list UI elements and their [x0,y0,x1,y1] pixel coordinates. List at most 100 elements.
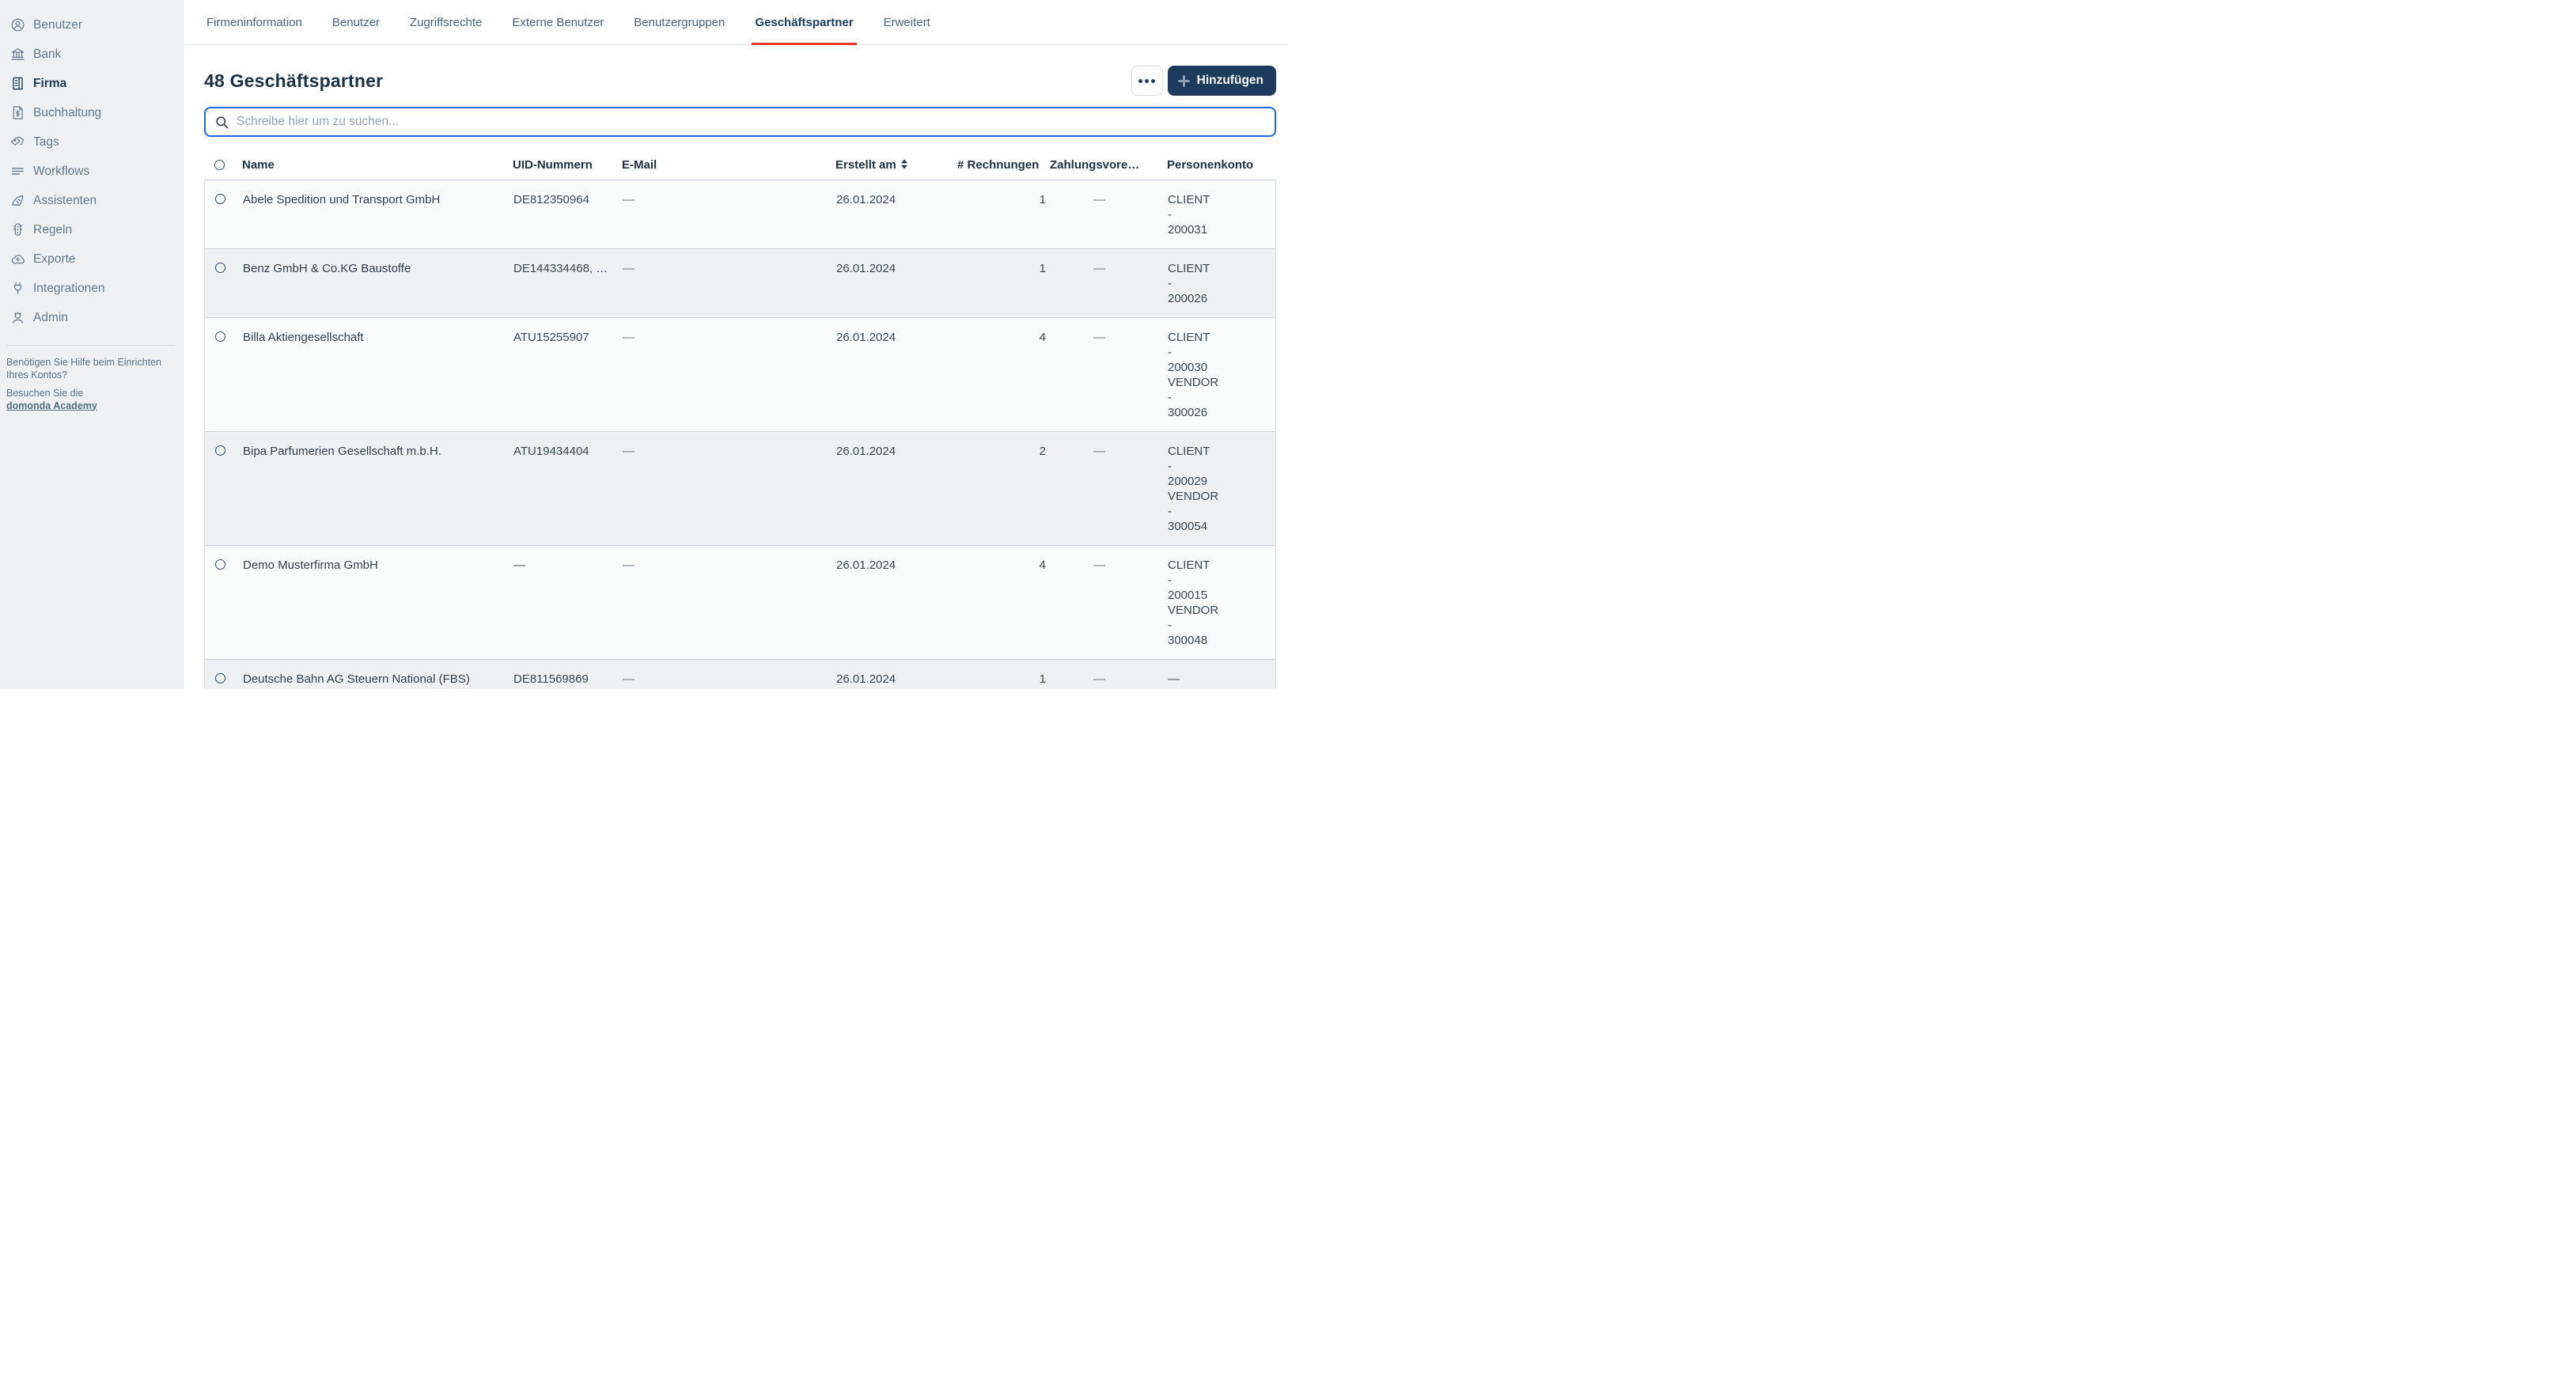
partner-email: — [623,249,836,317]
sidebar-item-label: Assistenten [33,194,97,208]
admin-icon [9,310,25,326]
academy-link[interactable]: domonda Academy [6,400,97,411]
partner-created: 26.01.2024 [836,249,958,317]
partner-uid: — [513,546,623,659]
sidebar-item-benutzer[interactable]: Benutzer [0,10,183,40]
sort-icon [900,159,908,169]
partner-invoices: 2 [958,432,1051,545]
search-input[interactable] [229,115,1267,129]
table-row[interactable]: Billa Aktiengesellschaft ATU15255907 — 2… [205,317,1275,431]
tags-icon [9,134,25,150]
partner-name: Deutsche Bahn AG Steuern National (FBS) [243,660,513,689]
user-icon [9,17,25,33]
tab-benutzergruppen[interactable]: Benutzergruppen [631,0,728,44]
sidebar-item-tags[interactable]: Tags [0,127,183,157]
partner-name: Benz GmbH & Co.KG Baustoffe [243,249,513,317]
table-body: Abele Spedition und Transport GmbH DE812… [204,180,1276,689]
sidebar-help: Benötigen Sie Hilfe beim Einrichten Ihre… [6,357,172,412]
partner-invoices: 1 [958,660,1051,689]
tab-geschaeftspartner[interactable]: Geschäftspartner [752,0,856,44]
add-button-label: Hinzufügen [1197,74,1263,88]
add-button[interactable]: Hinzufügen [1168,66,1276,96]
assistants-icon [9,193,25,209]
partner-invoices: 1 [958,249,1051,317]
partner-name: Demo Musterfirma GmbH [243,546,513,659]
main-content: Firmeninformation Benutzer Zugriffsrecht… [184,0,1288,689]
sidebar-item-label: Workflows [33,165,89,179]
partner-invoices: 4 [958,546,1051,659]
workflows-icon [9,164,25,180]
app-window: Benutzer Bank Firma Buchhaltung Tags [0,0,1288,689]
partner-uid: ATU15255907 [513,318,623,431]
row-checkbox[interactable] [215,194,225,204]
sidebar-item-label: Firma [33,77,66,91]
sidebar-item-label: Admin [33,311,68,325]
partner-created: 26.01.2024 [836,318,958,431]
company-icon [9,76,25,92]
plus-icon [1178,75,1190,87]
partner-payment: — [1051,249,1148,317]
row-checkbox[interactable] [215,559,225,570]
help-question: Benötigen Sie Hilfe beim Einrichten Ihre… [6,357,172,381]
sidebar-item-label: Tags [33,135,59,150]
partner-email: — [623,546,836,659]
sidebar-item-regeln[interactable]: Regeln [0,215,183,244]
search-box [204,107,1276,137]
sidebar-item-assistenten[interactable]: Assistenten [0,186,183,215]
sidebar-item-label: Bank [33,47,61,62]
more-actions-button[interactable] [1131,66,1163,96]
select-all-checkbox[interactable] [214,160,225,170]
col-header-uid: UID-Nummern [513,157,622,172]
search-icon [214,115,229,130]
bank-icon [9,47,25,62]
col-header-payment: Zahlungsvore… [1050,157,1147,172]
sidebar-item-label: Integrationen [33,282,105,296]
tab-zugriffsrechte[interactable]: Zugriffsrechte [407,0,485,44]
row-checkbox[interactable] [215,673,225,683]
table-row[interactable]: Bipa Parfumerien Gesellschaft m.b.H. ATU… [205,431,1275,545]
integrations-icon [9,281,25,297]
col-header-email: E-Mail [622,157,835,172]
partners-table: Name UID-Nummern E-Mail Erstellt am # Re… [204,137,1276,689]
partner-payment: — [1051,318,1148,431]
row-checkbox[interactable] [215,445,225,456]
partner-name: Abele Spedition und Transport GmbH [243,180,513,248]
tab-bar: Firmeninformation Benutzer Zugriffsrecht… [184,0,1288,45]
sidebar-item-admin[interactable]: Admin [0,303,183,332]
sidebar-item-integrationen[interactable]: Integrationen [0,274,183,303]
sidebar-item-exporte[interactable]: Exporte [0,244,183,274]
tab-erweitert[interactable]: Erweitert [881,0,934,44]
page-header: 48 Geschäftspartner Hinzufügen [184,45,1288,96]
sidebar-item-workflows[interactable]: Workflows [0,157,183,186]
partner-uid: DE144334468, … [513,249,623,317]
table-row[interactable]: Demo Musterfirma GmbH — — 26.01.2024 4 —… [205,545,1275,659]
help-visit-line: Besuchen Sie die domonda Academy [6,388,172,412]
sidebar-item-bank[interactable]: Bank [0,40,183,69]
table-row[interactable]: Benz GmbH & Co.KG Baustoffe DE144334468,… [205,248,1275,317]
col-header-created[interactable]: Erstellt am [835,157,957,172]
partner-email: — [623,180,836,248]
sidebar-item-firma[interactable]: Firma [0,69,183,98]
table-row[interactable]: Deutsche Bahn AG Steuern National (FBS) … [205,659,1275,689]
partner-name: Bipa Parfumerien Gesellschaft m.b.H. [243,432,513,545]
partner-uid: DE811569869 [513,660,623,689]
help-visit-prefix: Besuchen Sie die [6,388,83,399]
partner-account: CLIENT - 200015 VENDOR - 300048 [1148,546,1275,659]
select-all-cell [204,160,242,170]
partner-account: CLIENT - 200030 VENDOR - 300026 [1148,318,1275,431]
sidebar: Benutzer Bank Firma Buchhaltung Tags [0,0,184,689]
tab-firmeninformation[interactable]: Firmeninformation [203,0,305,44]
partner-email: — [623,318,836,431]
partner-created: 26.01.2024 [836,432,958,545]
table-row[interactable]: Abele Spedition und Transport GmbH DE812… [205,180,1275,248]
sidebar-item-buchhaltung[interactable]: Buchhaltung [0,98,183,127]
tab-benutzer[interactable]: Benutzer [329,0,383,44]
row-checkbox[interactable] [215,263,225,273]
sidebar-item-label: Exporte [33,252,75,267]
partner-payment: — [1051,180,1148,248]
tab-externe-benutzer[interactable]: Externe Benutzer [509,0,607,44]
partner-created: 26.01.2024 [836,180,958,248]
header-actions: Hinzufügen [1131,66,1276,96]
row-checkbox[interactable] [215,331,225,342]
table-header-row: Name UID-Nummern E-Mail Erstellt am # Re… [204,137,1276,180]
